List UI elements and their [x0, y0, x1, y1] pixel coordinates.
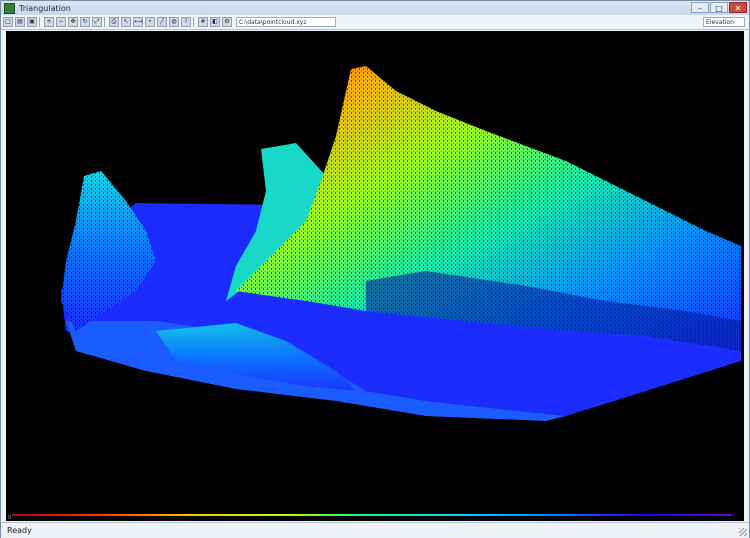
- pan-icon[interactable]: ✥: [68, 17, 78, 27]
- grid-icon[interactable]: #: [198, 17, 208, 27]
- scale-min-label: 0: [8, 515, 12, 521]
- save-icon[interactable]: ▣: [27, 17, 37, 27]
- point-icon[interactable]: •: [145, 17, 155, 27]
- file-path-field[interactable]: C:\data\pointcloud.xyz: [236, 17, 336, 27]
- app-icon: [4, 2, 15, 14]
- terrain-render: [61, 66, 741, 421]
- print-icon[interactable]: ⎙: [109, 17, 119, 27]
- close-button[interactable]: ✕: [729, 2, 747, 13]
- resize-grip-icon[interactable]: [739, 528, 747, 536]
- application-window: Triangulation – □ ✕ □ ▤ ▣ + − ✥ ↻ ⤢ ⎙ ↖ …: [0, 0, 750, 538]
- elevation-color-scale: 0: [6, 512, 744, 521]
- rotate-icon[interactable]: ↻: [80, 17, 90, 27]
- toolbar-separator: [39, 17, 40, 27]
- maximize-button[interactable]: □: [710, 2, 728, 13]
- line-icon[interactable]: ╱: [157, 17, 167, 27]
- view-mode-dropdown[interactable]: Elevation: [703, 17, 745, 27]
- settings-icon[interactable]: ⚙: [222, 17, 232, 27]
- zoom-out-icon[interactable]: −: [56, 17, 66, 27]
- measure-icon[interactable]: ⟷: [133, 17, 143, 27]
- zoom-in-icon[interactable]: +: [44, 17, 54, 27]
- fit-icon[interactable]: ⤢: [92, 17, 102, 27]
- 3d-point-cloud-viewport[interactable]: [6, 31, 744, 512]
- new-icon[interactable]: □: [3, 17, 13, 27]
- open-icon[interactable]: ▤: [15, 17, 25, 27]
- color-ramp: [12, 514, 732, 516]
- toolbar-separator: [193, 17, 194, 27]
- status-text: Ready: [7, 526, 32, 535]
- title-bar[interactable]: Triangulation – □ ✕: [1, 1, 749, 15]
- window-controls: – □ ✕: [691, 2, 747, 13]
- select-icon[interactable]: ↖: [121, 17, 131, 27]
- window-title: Triangulation: [19, 3, 71, 13]
- globe-icon[interactable]: ◍: [169, 17, 179, 27]
- toolbar: □ ▤ ▣ + − ✥ ↻ ⤢ ⎙ ↖ ⟷ • ╱ ◍ ? # ◧ ⚙ C:\d…: [1, 15, 749, 30]
- status-bar: Ready: [1, 522, 749, 538]
- color-icon[interactable]: ◧: [210, 17, 220, 27]
- toolbar-separator: [104, 17, 105, 27]
- minimize-button[interactable]: –: [691, 2, 709, 13]
- help-icon[interactable]: ?: [181, 17, 191, 27]
